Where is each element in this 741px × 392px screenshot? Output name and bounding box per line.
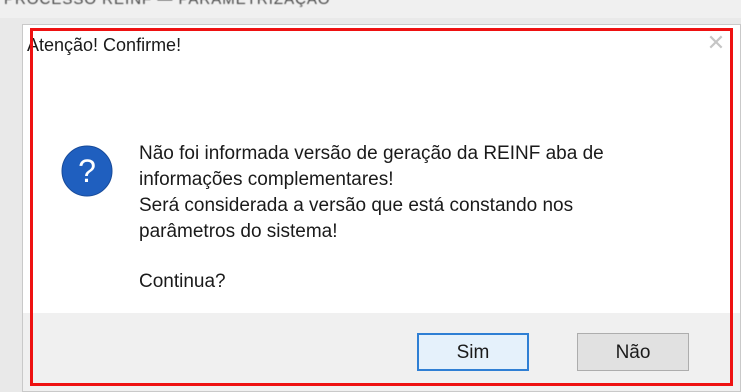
message-line: Não foi informada versão de geração da R… bbox=[139, 143, 604, 164]
svg-text:?: ? bbox=[78, 153, 96, 189]
message-line: informações complementares! bbox=[139, 169, 394, 190]
dialog-titlebar[interactable]: Atenção! Confirme! ✕ bbox=[23, 25, 740, 65]
background-cut-text: PROCESSO REINF — PARAMETRIZAÇÃO bbox=[4, 0, 331, 8]
message-question: Continua? bbox=[139, 271, 226, 292]
confirm-dialog: Atenção! Confirme! ✕ ? Não foi informada… bbox=[22, 24, 741, 392]
message-spacer bbox=[139, 245, 719, 269]
dialog-footer: Sim Não bbox=[23, 313, 740, 391]
dialog-title: Atenção! Confirme! bbox=[27, 35, 182, 55]
dialog-content: ? Não foi informada versão de geração da… bbox=[23, 65, 740, 313]
message-line: Será considerada a versão que está const… bbox=[139, 195, 574, 216]
background-window-strip: PROCESSO REINF — PARAMETRIZAÇÃO bbox=[0, 0, 741, 18]
question-icon: ? bbox=[61, 145, 113, 197]
close-icon[interactable]: ✕ bbox=[706, 32, 726, 54]
dialog-message: Não foi informada versão de geração da R… bbox=[139, 141, 719, 295]
no-button[interactable]: Não bbox=[577, 333, 689, 371]
yes-button[interactable]: Sim bbox=[417, 333, 529, 371]
message-line: parâmetros do sistema! bbox=[139, 221, 338, 242]
